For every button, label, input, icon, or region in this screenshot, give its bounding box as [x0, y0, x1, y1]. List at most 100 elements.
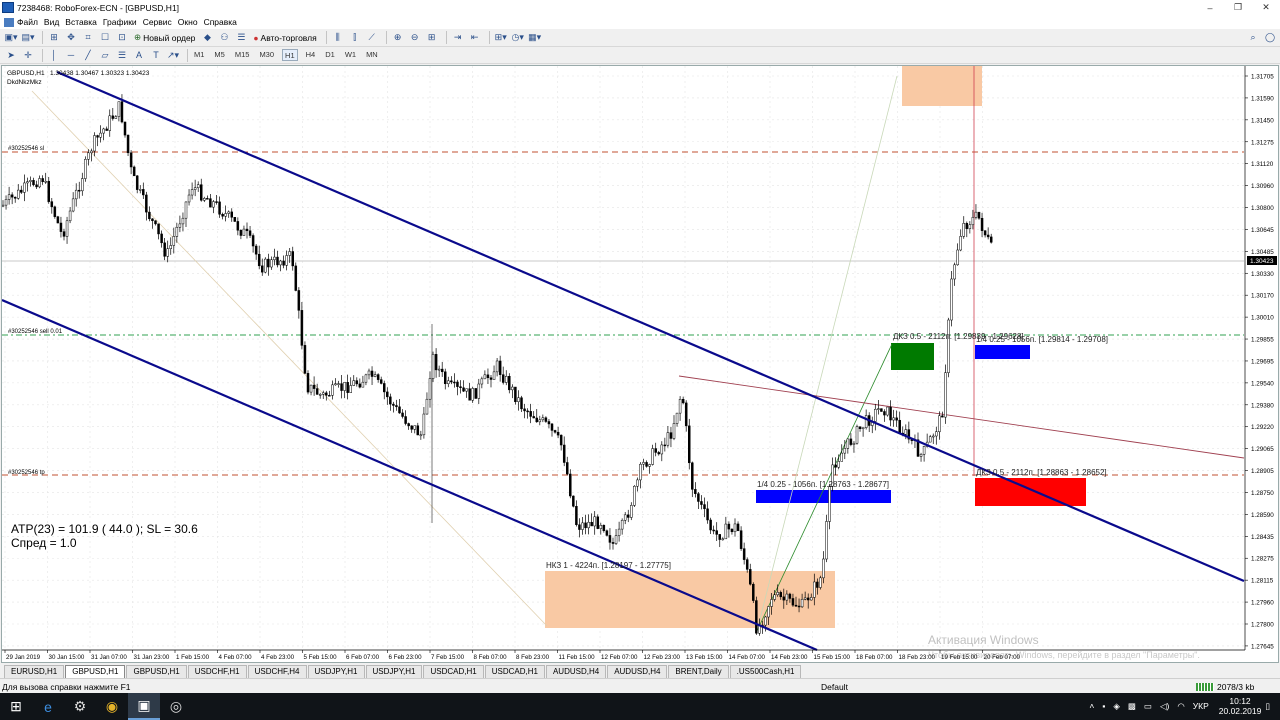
candle-body: [886, 406, 889, 416]
bar-chart-icon[interactable]: ⫼: [331, 31, 345, 45]
menu-file[interactable]: Файл: [17, 17, 44, 27]
vertical-line-icon[interactable]: │: [47, 48, 61, 62]
trendline-icon[interactable]: ╱: [81, 48, 95, 62]
zoom-out-icon[interactable]: ⊖: [408, 31, 422, 45]
network-icon[interactable]: ▭: [1144, 701, 1152, 712]
candlestick-icon[interactable]: ⫿: [348, 31, 362, 45]
restore-button[interactable]: ❐: [1224, 2, 1252, 13]
volume-icon[interactable]: ◁): [1160, 701, 1169, 712]
timeframe-m15[interactable]: M15: [233, 49, 252, 61]
timeframe-m1[interactable]: M1: [192, 49, 206, 61]
autotrading-button[interactable]: ● Авто-торговля: [251, 31, 318, 45]
tab-eurusd-h1[interactable]: EURUSD,H1: [4, 665, 65, 678]
tab-usdcad-h1-2[interactable]: USDCAD,H1: [484, 665, 545, 678]
fibonacci-icon[interactable]: ☰: [115, 48, 129, 62]
edge-browser-icon[interactable]: e: [32, 693, 64, 720]
tab-usdchf-h4[interactable]: USDCHF,H4: [247, 665, 307, 678]
menu-tools[interactable]: Сервис: [143, 17, 178, 27]
timeframe-w1[interactable]: W1: [343, 49, 358, 61]
chart-window[interactable]: GBPUSD,H1 1.30438 1.30467 1.30323 1.3042…: [1, 65, 1279, 663]
tab-audusd-h4[interactable]: AUDUSD,H4: [545, 665, 607, 678]
text-tool-icon[interactable]: A: [132, 48, 146, 62]
timeframe-h4[interactable]: H4: [304, 49, 318, 61]
app-circle-icon[interactable]: ◎: [160, 693, 192, 720]
tab-usdjpy-h1[interactable]: USDJPY,H1: [307, 665, 365, 678]
candle-body: [672, 423, 676, 439]
chrome-icon[interactable]: ◉: [96, 693, 128, 720]
tab-usdchf-h1[interactable]: USDCHF,H1: [187, 665, 247, 678]
new-chart-icon[interactable]: ▣▾: [4, 31, 18, 45]
auto-scroll-icon[interactable]: ⇥: [451, 31, 465, 45]
tray-chevron-icon[interactable]: ˄: [1089, 701, 1094, 711]
templates-icon[interactable]: ▦▾: [528, 31, 542, 45]
menu-help[interactable]: Справка: [204, 17, 243, 27]
quarter-zone-low[interactable]: [756, 490, 891, 503]
navigator-icon[interactable]: ✥: [64, 31, 78, 45]
data-window-icon[interactable]: ⌗: [81, 31, 95, 45]
tab-gbpusd-h1[interactable]: GBPUSD,H1: [126, 665, 187, 678]
timeframe-h1[interactable]: H1: [282, 49, 298, 61]
tab-usdjpy-h1-2[interactable]: USDJPY,H1: [365, 665, 423, 678]
cursor-icon[interactable]: ➤: [4, 48, 18, 62]
horizontal-line-icon[interactable]: ─: [64, 48, 78, 62]
search-icon[interactable]: ⌕: [1246, 31, 1260, 45]
metatrader-taskbar-icon[interactable]: ▣: [128, 693, 160, 720]
steam-icon[interactable]: ⚙: [64, 693, 96, 720]
profiles-icon[interactable]: ▤▾: [21, 31, 35, 45]
tab-brent-daily[interactable]: BRENT,Daily: [668, 665, 729, 678]
timeframe-mn[interactable]: MN: [364, 49, 380, 61]
tray-app-icon-3[interactable]: ▩: [1128, 701, 1136, 712]
tray-app-icon-2[interactable]: ◈: [1113, 701, 1120, 712]
signals-icon[interactable]: ⚇: [217, 31, 231, 45]
tile-windows-icon[interactable]: ⊞: [425, 31, 439, 45]
tab-us500cash-h1[interactable]: .US500Cash,H1: [729, 665, 802, 678]
profile-name[interactable]: Default: [821, 682, 848, 692]
tab-usdcad-h1[interactable]: USDCAD,H1: [423, 665, 484, 678]
minimize-button[interactable]: –: [1196, 3, 1224, 13]
market-watch-icon[interactable]: ⊞: [47, 31, 61, 45]
timeframe-d1[interactable]: D1: [323, 49, 337, 61]
menu-view[interactable]: Вид: [44, 17, 65, 27]
chat-icon[interactable]: ◯: [1263, 31, 1277, 45]
timeframe-m30[interactable]: M30: [257, 49, 276, 61]
menu-insert[interactable]: Вставка: [65, 17, 103, 27]
crosshair-icon[interactable]: ✛: [21, 48, 35, 62]
indicators-icon[interactable]: ⊞▾: [494, 31, 508, 45]
windows-start-icon[interactable]: ⊞: [0, 693, 32, 720]
periods-icon[interactable]: ◷▾: [511, 31, 525, 45]
candle-body: [325, 392, 328, 396]
keyboard-language[interactable]: УКР: [1193, 701, 1209, 711]
menu-window[interactable]: Окно: [178, 17, 204, 27]
price-chart[interactable]: GBPUSD,H1 1.30438 1.30467 1.30323 1.3042…: [2, 66, 1278, 662]
upper-nkz-zone[interactable]: [902, 66, 982, 106]
tray-app-icon[interactable]: ▪: [1102, 701, 1105, 711]
close-button[interactable]: ✕: [1252, 2, 1280, 13]
candle-body: [212, 201, 215, 208]
dkz-lower-zone[interactable]: [975, 478, 1086, 506]
menu-charts[interactable]: Графики: [103, 17, 143, 27]
terminal-icon[interactable]: ☐: [98, 31, 112, 45]
text-label-icon[interactable]: T: [149, 48, 163, 62]
dkz-upper-zone[interactable]: [891, 343, 934, 370]
quarter-zone-upper[interactable]: [975, 345, 1030, 359]
wifi-icon[interactable]: ◠: [1177, 701, 1184, 712]
new-order-button[interactable]: ⊕ Новый ордер: [132, 31, 197, 45]
nkz-zone[interactable]: [545, 571, 835, 628]
connection-status[interactable]: 2078/3 kb: [1196, 682, 1254, 692]
tab-audusd-h4-2[interactable]: AUDUSD,H4: [607, 665, 668, 678]
notifications-icon[interactable]: ▯: [1265, 701, 1270, 712]
timeframe-m5[interactable]: M5: [212, 49, 226, 61]
zoom-in-icon[interactable]: ⊕: [391, 31, 405, 45]
tester-icon[interactable]: ⊡: [115, 31, 129, 45]
line-chart-icon[interactable]: ⟋: [365, 31, 379, 45]
channel-icon[interactable]: ▱: [98, 48, 112, 62]
candle-body: [285, 255, 288, 266]
arrows-icon[interactable]: ↗▾: [166, 48, 180, 62]
tab-gbpusd-h1-active[interactable]: GBPUSD,H1: [65, 665, 126, 678]
meta-editor-icon[interactable]: ◆: [200, 31, 214, 45]
candle-body: [889, 406, 892, 421]
candle: [294, 262, 298, 292]
clock[interactable]: 10:12 20.02.2019: [1219, 696, 1262, 716]
chart-shift-icon[interactable]: ⇤: [468, 31, 482, 45]
vps-icon[interactable]: ☰: [234, 31, 248, 45]
